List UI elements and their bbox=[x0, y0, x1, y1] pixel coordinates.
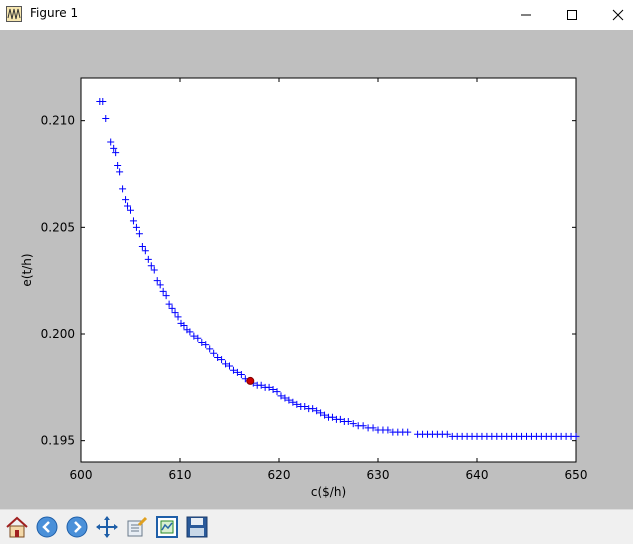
minimize-icon bbox=[521, 14, 531, 16]
save-icon bbox=[186, 516, 208, 538]
back-button[interactable] bbox=[34, 514, 60, 540]
x-tick-label: 600 bbox=[70, 468, 93, 482]
title-bar: Figure 1 bbox=[0, 0, 633, 30]
y-tick-label: 0.210 bbox=[41, 114, 75, 128]
configure-subplots-icon bbox=[127, 516, 148, 537]
y-axis-label: e(t/h) bbox=[20, 253, 34, 286]
back-icon bbox=[36, 516, 58, 538]
close-icon bbox=[612, 9, 624, 21]
x-tick-label: 620 bbox=[268, 468, 291, 482]
y-tick-label: 0.200 bbox=[41, 327, 75, 341]
x-tick-label: 640 bbox=[466, 468, 489, 482]
app-figure-icon bbox=[6, 6, 22, 22]
navigation-toolbar bbox=[0, 509, 633, 544]
home-icon bbox=[6, 516, 28, 538]
figure-canvas[interactable]: 600 610 620 630 640 650 0.195 0.200 0.205 0.210 c… bbox=[0, 30, 633, 509]
x-tick-label: 650 bbox=[565, 468, 588, 482]
x-tick-label: 630 bbox=[367, 468, 390, 482]
highlight-point bbox=[246, 376, 255, 385]
y-tick-label: 0.195 bbox=[41, 434, 75, 448]
save-button[interactable] bbox=[184, 514, 210, 540]
home-button[interactable] bbox=[4, 514, 30, 540]
forward-button[interactable] bbox=[64, 514, 90, 540]
maximize-icon bbox=[567, 10, 577, 20]
x-axis-label: c($/h) bbox=[311, 485, 346, 499]
configure-subplots-button[interactable] bbox=[124, 514, 150, 540]
zoom-rect-icon bbox=[156, 516, 178, 538]
x-tick-label: 610 bbox=[169, 468, 192, 482]
window-title: Figure 1 bbox=[30, 6, 79, 20]
plot-svg: 600 610 620 630 640 650 0.195 0.200 0.205 0.210 c… bbox=[20, 77, 588, 499]
maximize-button[interactable] bbox=[549, 0, 595, 30]
forward-icon bbox=[66, 516, 88, 538]
pan-button[interactable] bbox=[94, 514, 120, 540]
zoom-rect-button[interactable] bbox=[154, 514, 180, 540]
y-tick-label: 0.205 bbox=[41, 220, 75, 234]
close-button[interactable] bbox=[595, 0, 633, 30]
minimize-button[interactable] bbox=[503, 0, 549, 30]
pan-icon bbox=[96, 516, 118, 538]
